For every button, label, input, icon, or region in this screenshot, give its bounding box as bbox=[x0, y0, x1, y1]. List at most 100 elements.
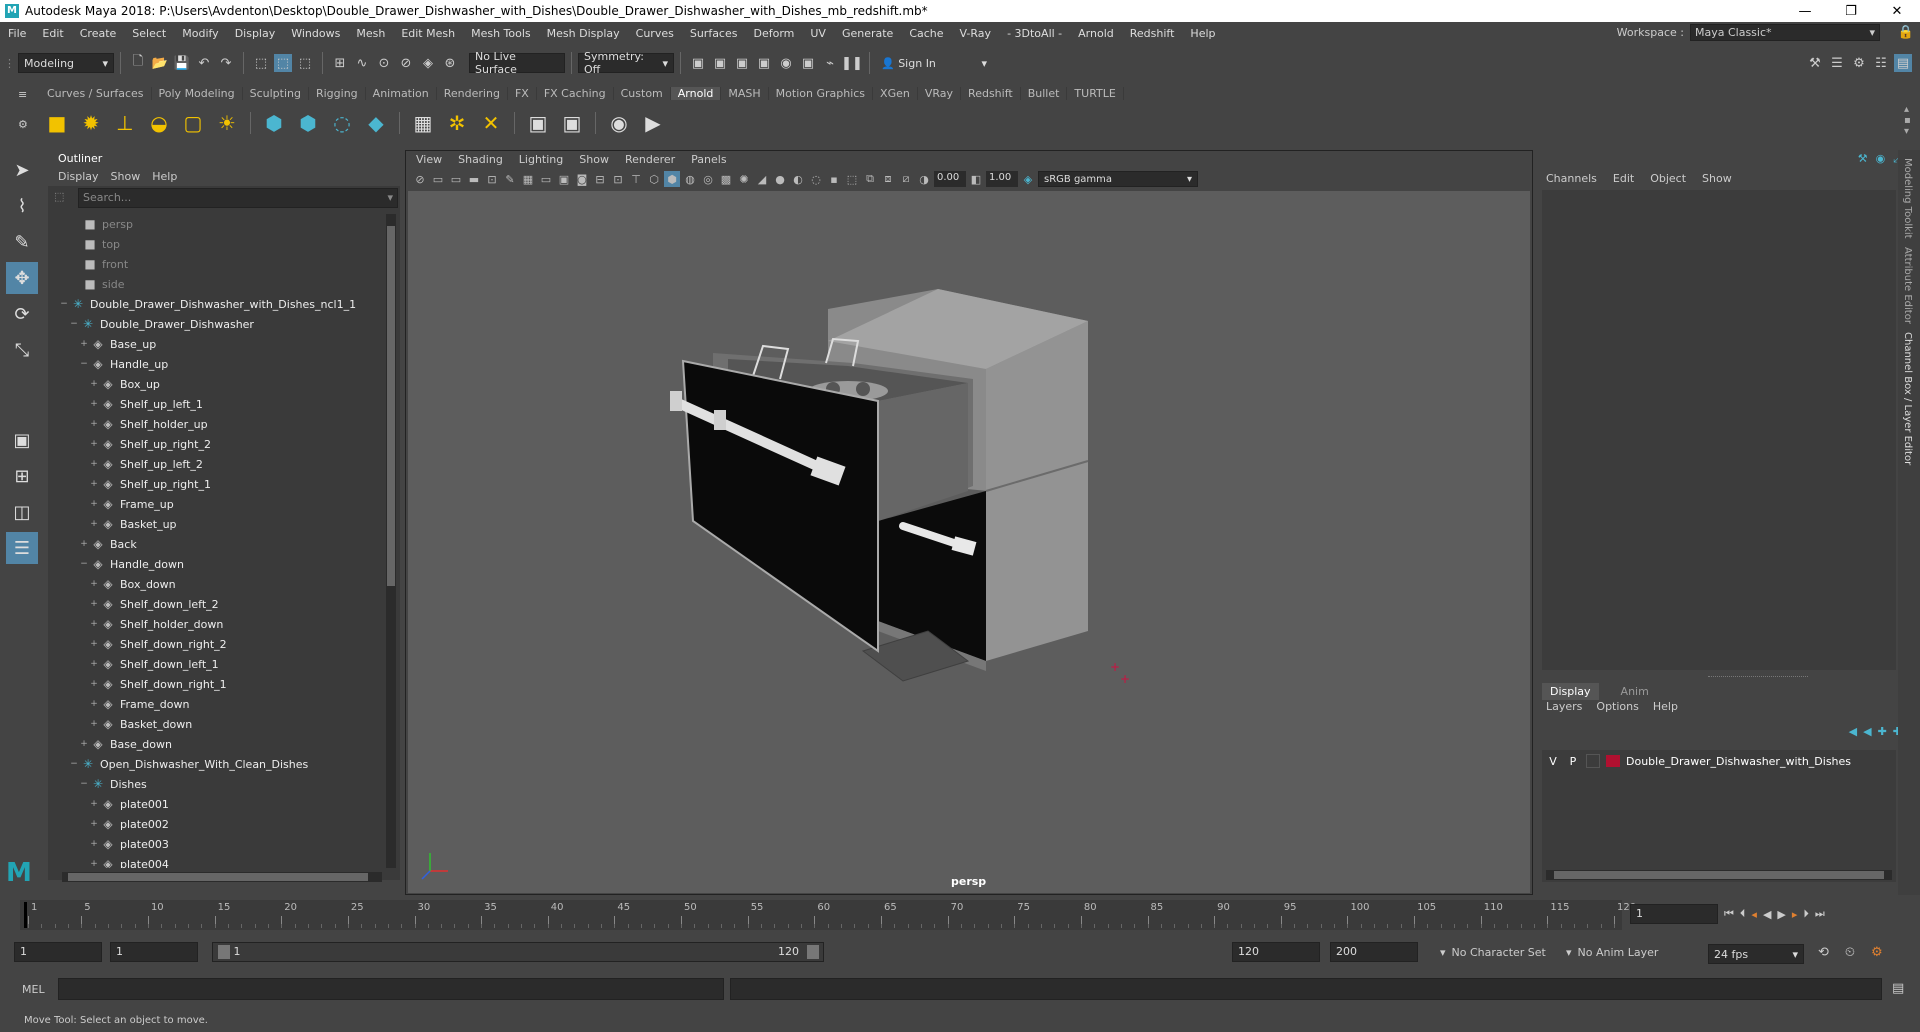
shelf-tab-arnold[interactable]: Arnold bbox=[670, 86, 722, 100]
outliner-menu-show[interactable]: Show bbox=[111, 170, 141, 184]
render-view-eye-icon[interactable]: ◉ bbox=[605, 109, 633, 137]
expand-toggle-icon[interactable]: + bbox=[88, 699, 100, 709]
outliner-item[interactable]: + ◈ Shelf_up_right_2 bbox=[48, 434, 386, 454]
new-scene-icon[interactable]: 🗋 bbox=[129, 54, 147, 72]
gamma-icon[interactable]: ◧ bbox=[968, 171, 984, 187]
current-frame-field[interactable]: 1 bbox=[1630, 904, 1718, 924]
light-manager-icon[interactable]: ▣ bbox=[558, 109, 586, 137]
film-gate-icon[interactable]: ▭ bbox=[538, 171, 554, 187]
render-current-icon[interactable]: ▣ bbox=[711, 54, 729, 72]
layer-type-toggle[interactable] bbox=[1586, 754, 1600, 768]
outliner-item[interactable]: + ◈ Basket_down bbox=[48, 714, 386, 734]
outliner-item[interactable]: + ◈ Shelf_down_left_1 bbox=[48, 654, 386, 674]
menu-windows[interactable]: Windows bbox=[283, 27, 348, 40]
outliner-item[interactable]: − ✳ Double_Drawer_Dishwasher bbox=[48, 314, 386, 334]
shelf-menu-icon[interactable]: ≡ bbox=[18, 88, 27, 101]
render-view-icon[interactable]: ▣ bbox=[689, 54, 707, 72]
xray-icon[interactable]: ⧉ bbox=[862, 171, 878, 187]
outliner-item[interactable]: + ◈ Frame_down bbox=[48, 694, 386, 714]
select-object-icon[interactable]: ⬚ bbox=[274, 54, 292, 72]
shadows-icon[interactable]: ◢ bbox=[754, 171, 770, 187]
expand-toggle-icon[interactable]: + bbox=[88, 599, 100, 609]
side-tab-modeling-toolkit[interactable]: Modeling Toolkit bbox=[1902, 158, 1913, 239]
live-surface-field[interactable]: No Live Surface bbox=[469, 50, 565, 76]
menu-help[interactable]: Help bbox=[1182, 27, 1223, 40]
arnold-render-icon[interactable]: ▣ bbox=[799, 54, 817, 72]
shelf-tab-vray[interactable]: VRay bbox=[918, 86, 962, 100]
expand-toggle-icon[interactable]: + bbox=[88, 379, 100, 389]
range-bar[interactable]: 1 120 bbox=[212, 942, 824, 962]
script-editor-icon[interactable]: ▤ bbox=[1892, 981, 1904, 996]
outliner-item[interactable]: + ◈ Base_up bbox=[48, 334, 386, 354]
outliner-item[interactable]: − ◈ Handle_down bbox=[48, 554, 386, 574]
menu-surfaces[interactable]: Surfaces bbox=[682, 27, 746, 40]
channel-box-menu-show[interactable]: Show bbox=[1702, 172, 1732, 185]
redshift-render-icon[interactable]: ⌁ bbox=[821, 54, 839, 72]
sign-in-button[interactable]: 👤 Sign In ▾ bbox=[876, 53, 992, 73]
snap-grid-icon[interactable]: ⊞ bbox=[331, 54, 349, 72]
hypershade-icon[interactable]: ◉ bbox=[777, 54, 795, 72]
outliner-menu-display[interactable]: Display bbox=[58, 170, 99, 184]
outliner-item[interactable]: ■ front bbox=[48, 254, 386, 274]
select-tool-icon[interactable]: ➤ bbox=[6, 154, 38, 186]
outliner-item[interactable]: + ◈ Base_down bbox=[48, 734, 386, 754]
layer-menu-help[interactable]: Help bbox=[1653, 700, 1678, 713]
expand-toggle-icon[interactable]: + bbox=[88, 399, 100, 409]
expand-toggle-icon[interactable]: + bbox=[88, 839, 100, 849]
layer-editor-icon[interactable]: ▤ bbox=[1894, 54, 1912, 72]
shelf-tab-mash[interactable]: MASH bbox=[721, 86, 769, 100]
layer-row[interactable]: V P Double_Drawer_Dishwasher_with_Dishes bbox=[1546, 752, 1892, 770]
export-standin-icon[interactable]: ⬢ bbox=[294, 109, 322, 137]
textured-icon[interactable]: ▩ bbox=[718, 171, 734, 187]
move-layer-up-icon[interactable]: ◀ bbox=[1849, 725, 1857, 738]
step-back-frame-icon[interactable]: ◂ bbox=[1751, 908, 1757, 921]
playback-start-field[interactable]: 1 bbox=[110, 942, 198, 962]
persp-outliner-layout-icon[interactable]: ◫ bbox=[6, 496, 38, 528]
save-scene-icon[interactable]: 💾 bbox=[173, 54, 191, 72]
shelf-tab-curves-surfaces[interactable]: Curves / Surfaces bbox=[40, 86, 152, 100]
wireframe-on-shaded-icon[interactable]: ◎ bbox=[700, 171, 716, 187]
anti-aliasing-icon[interactable]: ◌ bbox=[808, 171, 824, 187]
lasso-tool-icon[interactable]: ⌇ bbox=[6, 190, 38, 222]
menu-3dtoall[interactable]: - 3DtoAll - bbox=[999, 27, 1070, 40]
outliner-item[interactable]: + ◈ Shelf_down_right_2 bbox=[48, 634, 386, 654]
outliner-item[interactable]: − ✳ Open_Dishwasher_With_Clean_Dishes bbox=[48, 754, 386, 774]
channel-box-menu-edit[interactable]: Edit bbox=[1613, 172, 1634, 185]
side-tab-attribute-editor[interactable]: Attribute Editor bbox=[1902, 247, 1913, 324]
layer-playback-toggle[interactable]: P bbox=[1566, 755, 1580, 768]
menu-modify[interactable]: Modify bbox=[174, 27, 226, 40]
volume-icon[interactable]: ◆ bbox=[362, 109, 390, 137]
tool-icon[interactable]: ⚒ bbox=[1858, 152, 1868, 166]
shelf-settings-icon[interactable]: ⚙ bbox=[18, 118, 28, 131]
layer-menu-layers[interactable]: Layers bbox=[1546, 700, 1582, 713]
skydome-light-icon[interactable]: ◒ bbox=[145, 109, 173, 137]
move-layer-down-icon[interactable]: ◀ bbox=[1863, 725, 1871, 738]
undo-icon[interactable]: ↶ bbox=[195, 54, 213, 72]
workspace-dropdown[interactable]: Maya Classic* ▾ bbox=[1690, 24, 1880, 41]
modeling-toolkit-icon[interactable]: ⚒ bbox=[1806, 54, 1824, 72]
menu-mesh-display[interactable]: Mesh Display bbox=[539, 27, 628, 40]
menu-v-ray[interactable]: V-Ray bbox=[952, 27, 1000, 40]
light-portal-icon[interactable]: ▢ bbox=[179, 109, 207, 137]
outliner-item[interactable]: + ◈ Shelf_up_left_1 bbox=[48, 394, 386, 414]
photometric-light-icon[interactable]: ⊥ bbox=[111, 109, 139, 137]
close-button[interactable]: ✕ bbox=[1874, 4, 1920, 19]
outliner-item[interactable]: ■ top bbox=[48, 234, 386, 254]
menu-deform[interactable]: Deform bbox=[745, 27, 802, 40]
outliner-item[interactable]: + ◈ plate001 bbox=[48, 794, 386, 814]
symmetry-dropdown[interactable]: Symmetry: Off ▾ bbox=[578, 50, 674, 76]
snap-live-icon[interactable]: ⊛ bbox=[441, 54, 459, 72]
create-standin-icon[interactable]: ⬢ bbox=[260, 109, 288, 137]
outliner-item[interactable]: + ◈ Shelf_holder_up bbox=[48, 414, 386, 434]
shelf-tab-bullet[interactable]: Bullet bbox=[1021, 86, 1068, 100]
expand-toggle-icon[interactable]: − bbox=[68, 319, 80, 329]
outliner-item[interactable]: + ◈ Back bbox=[48, 534, 386, 554]
layer-tab-anim[interactable]: Anim bbox=[1613, 683, 1657, 700]
menu-select[interactable]: Select bbox=[124, 27, 174, 40]
resolution-gate-icon[interactable]: ▣ bbox=[556, 171, 572, 187]
two-d-pan-icon[interactable]: ⊡ bbox=[484, 171, 500, 187]
expand-toggle-icon[interactable]: + bbox=[88, 639, 100, 649]
side-tab-channel-box-layer-editor[interactable]: Channel Box / Layer Editor bbox=[1902, 332, 1913, 465]
expand-toggle-icon[interactable]: + bbox=[88, 799, 100, 809]
motion-blur-icon[interactable]: ◐ bbox=[790, 171, 806, 187]
